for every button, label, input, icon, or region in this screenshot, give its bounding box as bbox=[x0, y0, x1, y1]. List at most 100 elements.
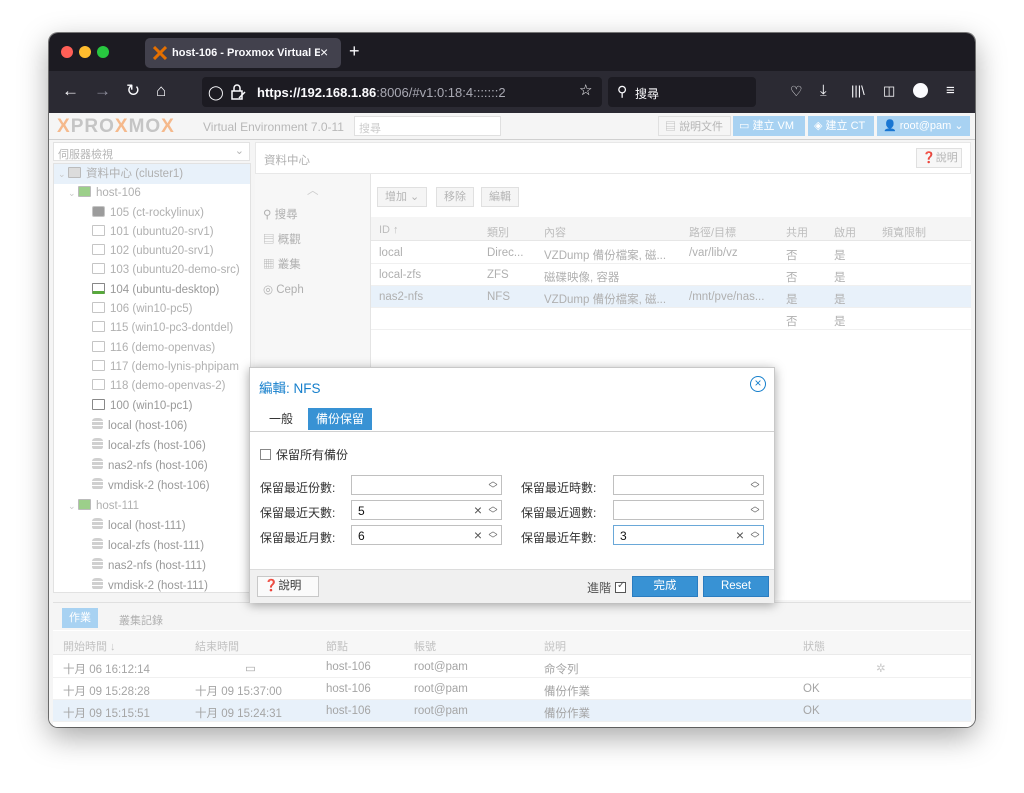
col-bandwidth[interactable]: 頻寬限制 bbox=[882, 224, 926, 240]
table-row[interactable]: local Direc... VZDump 備份檔案, 磁... /var/li… bbox=[371, 242, 971, 264]
tab-cluster-log[interactable]: 叢集記錄 bbox=[119, 612, 163, 628]
keep-daily-input[interactable]: 5 × ︿ ﹀ bbox=[351, 500, 502, 520]
spinner-icon[interactable]: ︿ ﹀ bbox=[750, 477, 760, 494]
close-window-button[interactable] bbox=[61, 46, 73, 58]
tree-item-vm-118[interactable]: 118 (demo-openvas-2) bbox=[92, 376, 226, 396]
tree-item-vm-104[interactable]: 104 (ubuntu-desktop) bbox=[92, 280, 219, 300]
tree-item-storage-nas2-nfs[interactable]: nas2-nfs (host-106) bbox=[92, 456, 208, 476]
bookmark-star-icon[interactable]: ☆ bbox=[579, 82, 592, 100]
tree-item-vm-117[interactable]: 117 (demo-lynis-phpipam bbox=[92, 357, 239, 377]
col-content[interactable]: 內容 bbox=[544, 224, 566, 240]
sidebar-toggle-icon[interactable]: ◫ bbox=[883, 82, 895, 100]
tab-backup-retention[interactable]: 備份保留 bbox=[308, 408, 373, 430]
ok-button[interactable]: 完成 bbox=[632, 576, 698, 597]
nav-item-ceph[interactable]: ◎ Ceph bbox=[263, 282, 304, 296]
tree-item-storage-vmdisk-2-111[interactable]: vmdisk-2 (host-111) bbox=[92, 576, 208, 592]
browser-search-box[interactable]: ⚲ 搜尋 bbox=[608, 77, 756, 107]
dialog-help-button[interactable]: ❓說明 bbox=[257, 576, 319, 597]
keep-last-input[interactable]: ︿ ﹀ bbox=[351, 475, 502, 495]
docs-button[interactable]: ▤ 說明文件 bbox=[658, 116, 731, 136]
tab-tasks[interactable]: 作業 bbox=[62, 608, 98, 628]
reload-icon[interactable]: ↻ bbox=[126, 82, 140, 100]
minimize-window-button[interactable] bbox=[79, 46, 91, 58]
col-end-time[interactable]: 結束時間 bbox=[195, 638, 239, 654]
browser-tab[interactable]: host-106 - Proxmox Virtual Envi × bbox=[145, 38, 341, 68]
tree-item-vm-101[interactable]: 101 (ubuntu20-srv1) bbox=[92, 222, 214, 242]
col-node[interactable]: 節點 bbox=[326, 638, 348, 654]
clear-icon[interactable]: × bbox=[736, 527, 744, 543]
col-description[interactable]: 說明 bbox=[544, 638, 566, 654]
back-icon[interactable]: ← bbox=[62, 82, 79, 100]
col-id[interactable]: ID ↑ bbox=[379, 224, 399, 236]
tree-item-storage-local-zfs-111[interactable]: local-zfs (host-111) bbox=[92, 536, 204, 556]
lock-warning-icon[interactable] bbox=[230, 84, 246, 100]
table-row[interactable]: local-zfs ZFS 磁碟映像, 容器 否 是 bbox=[371, 264, 971, 286]
table-row[interactable]: 否 是 bbox=[371, 308, 971, 330]
create-vm-button[interactable]: ▭ 建立 VM bbox=[733, 116, 805, 136]
nav-item-search[interactable]: ⚲ 搜尋 bbox=[263, 206, 298, 222]
view-selector[interactable]: 伺服器檢視 ⌄ bbox=[53, 142, 250, 161]
spinner-icon[interactable]: ︿ ﹀ bbox=[488, 477, 498, 494]
reset-button[interactable]: Reset bbox=[703, 576, 769, 597]
tab-general[interactable]: 一般 bbox=[260, 408, 302, 430]
advanced-checkbox[interactable]: 進階 ✓ bbox=[587, 579, 627, 596]
table-row[interactable]: 十月 09 15:15:51 十月 09 15:24:31 host-106 r… bbox=[53, 700, 971, 722]
table-row[interactable]: 十月 06 16:12:14 ▭ host-106 root@pam 命令列 ✲ bbox=[53, 656, 971, 678]
tree-item-vm-100[interactable]: 100 (win10-pc1) bbox=[92, 396, 192, 416]
edit-button[interactable]: 編輯 bbox=[481, 187, 519, 207]
forward-icon[interactable]: → bbox=[94, 82, 111, 100]
col-enabled[interactable]: 啟用 bbox=[834, 224, 856, 240]
tree-item-storage-vmdisk-2[interactable]: vmdisk-2 (host-106) bbox=[92, 476, 210, 496]
keep-weekly-input[interactable]: ︿ ﹀ bbox=[613, 500, 764, 520]
user-menu-button[interactable]: 👤 root@pam ⌄ bbox=[877, 116, 970, 136]
col-type[interactable]: 類別 bbox=[487, 224, 509, 240]
tree-item-host-111[interactable]: ⌄ host-111 bbox=[68, 496, 139, 516]
tree-item-vm-116[interactable]: 116 (demo-openvas) bbox=[92, 338, 215, 358]
spinner-icon[interactable]: ︿ ﹀ bbox=[750, 527, 760, 544]
keep-all-checkbox[interactable]: 保留所有備份 bbox=[260, 446, 348, 463]
url-bar[interactable]: ◯ https://192.168.1.86:8006/#v1:0:18:4::… bbox=[202, 77, 602, 107]
new-tab-icon[interactable]: + bbox=[349, 41, 360, 62]
checkbox-unchecked-icon[interactable] bbox=[260, 449, 271, 460]
checkbox-checked-icon[interactable]: ✓ bbox=[615, 580, 627, 593]
keep-hourly-input[interactable]: ︿ ﹀ bbox=[613, 475, 764, 495]
tree-item-storage-nas2-nfs-111[interactable]: nas2-nfs (host-111) bbox=[92, 556, 206, 576]
col-status[interactable]: 狀態 bbox=[803, 638, 825, 654]
tree-item-storage-local[interactable]: local (host-106) bbox=[92, 416, 187, 436]
spinner-icon[interactable]: ︿ ﹀ bbox=[488, 527, 498, 544]
menu-icon[interactable]: ≡ bbox=[946, 82, 955, 100]
tree-item-vm-115[interactable]: 115 (win10-pc3-dontdel) bbox=[92, 318, 233, 338]
tree-item-vm-106[interactable]: 106 (win10-pc5) bbox=[92, 299, 192, 319]
col-path[interactable]: 路徑/目標 bbox=[689, 224, 736, 240]
home-icon[interactable]: ⌂ bbox=[156, 82, 166, 100]
nav-item-cluster[interactable]: ▦ 叢集 bbox=[263, 256, 301, 272]
header-search-input[interactable]: 搜尋 bbox=[354, 116, 501, 136]
scroll-up-icon[interactable]: ︿ bbox=[307, 182, 319, 198]
library-icon[interactable]: |||\ bbox=[851, 82, 865, 100]
help-button[interactable]: ❓說明 bbox=[916, 148, 962, 168]
pocket-icon[interactable]: ♡ bbox=[790, 82, 803, 100]
col-shared[interactable]: 共用 bbox=[786, 224, 808, 240]
col-user[interactable]: 帳號 bbox=[414, 638, 436, 654]
table-row[interactable]: nas2-nfs NFS VZDump 備份檔案, 磁... /mnt/pve/… bbox=[371, 286, 971, 308]
tree-item-datacenter[interactable]: ⌄ 資料中心 (cluster1) bbox=[54, 164, 250, 184]
clear-icon[interactable]: × bbox=[474, 502, 482, 518]
close-icon[interactable]: × bbox=[750, 376, 766, 392]
tree-item-storage-local-zfs[interactable]: local-zfs (host-106) bbox=[92, 436, 206, 456]
keep-monthly-input[interactable]: 6 × ︿ ﹀ bbox=[351, 525, 502, 545]
account-icon[interactable] bbox=[913, 83, 928, 98]
download-icon[interactable]: ⤓ bbox=[820, 82, 827, 100]
spinner-icon[interactable]: ︿ ﹀ bbox=[750, 502, 760, 519]
tree-item-storage-local-111[interactable]: local (host-111) bbox=[92, 516, 186, 536]
clear-icon[interactable]: × bbox=[474, 527, 482, 543]
tree-item-host-106[interactable]: ⌄ host-106 bbox=[68, 183, 141, 203]
create-ct-button[interactable]: ◈ 建立 CT bbox=[808, 116, 874, 136]
keep-yearly-input[interactable]: 3 × ︿ ﹀ bbox=[613, 525, 764, 545]
zoom-window-button[interactable] bbox=[97, 46, 109, 58]
remove-button[interactable]: 移除 bbox=[436, 187, 474, 207]
nav-item-summary[interactable]: ▤ 概觀 bbox=[263, 231, 301, 247]
add-button[interactable]: 增加 ⌄ bbox=[377, 187, 428, 207]
col-start-time[interactable]: 開始時間 ↓ bbox=[63, 638, 116, 654]
tree-item-vm-103[interactable]: 103 (ubuntu20-demo-src) bbox=[92, 260, 240, 280]
table-row[interactable]: 十月 09 15:28:28 十月 09 15:37:00 host-106 r… bbox=[53, 678, 971, 700]
